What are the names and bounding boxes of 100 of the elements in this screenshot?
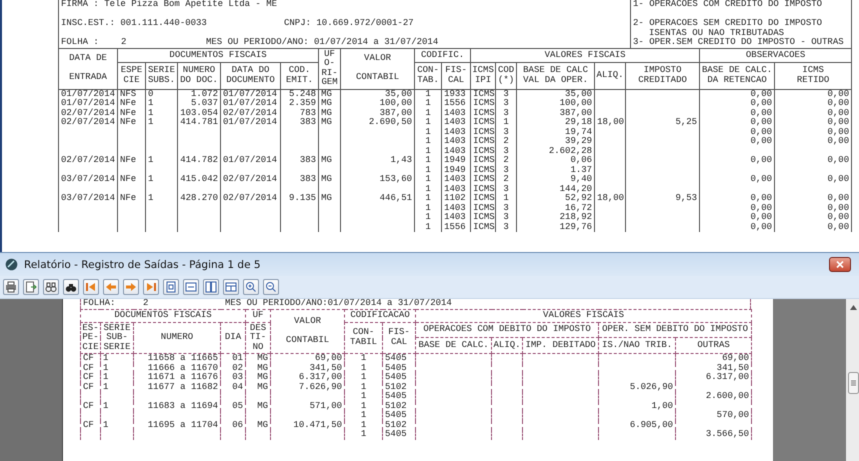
table-cell: 1 [100, 402, 134, 411]
table-cell: 19,74 [516, 128, 595, 137]
table-cell: 9,53 [626, 194, 700, 204]
table-cell: 1403 [442, 204, 471, 213]
table-cell: 6.317,00 [676, 373, 752, 382]
window-title: Relatório - Registro de Saídas - Página 1 de 5 [24, 258, 262, 270]
legend-text: ISENTAS OU NAO TRIBUTADAS [648, 28, 786, 38]
table-cell: 1933 [442, 89, 471, 99]
table-cell: 11666 a 11670 [134, 364, 220, 373]
table-cell: 383 [280, 156, 319, 166]
toolbar-button[interactable] [43, 279, 59, 295]
table-cell: ICMS [470, 108, 496, 118]
table-cell: 02/07/2014 [220, 175, 280, 184]
table-cell: 11695 a 11704 [134, 420, 220, 430]
toolbar-button[interactable] [163, 279, 179, 295]
table-cell: 5405 [382, 430, 416, 440]
toolbar-button[interactable] [223, 279, 239, 295]
table-cell: 2 [496, 156, 517, 166]
table-cell: 01/07/2014 [220, 89, 280, 99]
column-header: ES- PE- CIE [80, 322, 100, 354]
table-cell: ICMS [470, 222, 496, 232]
table-cell: 0,00 [700, 128, 775, 137]
table-cell: NFe [118, 118, 146, 128]
table-cell: MG [246, 382, 271, 392]
table-cell: ICMS [470, 99, 496, 108]
table-cell: 100,00 [340, 99, 415, 108]
table-cell: 414.782 [178, 156, 220, 166]
table-cell: 1 [146, 156, 178, 166]
table-cell: MG [246, 354, 271, 364]
table-cell: 39,29 [516, 137, 595, 146]
table-cell: 35,00 [340, 89, 415, 99]
sheet-label: FOLHA: [83, 299, 116, 309]
table-cell: 5102 [382, 420, 416, 430]
table-cell: NFe [118, 175, 146, 184]
column-header: SERIE SUBS. [146, 62, 178, 89]
table-cell: 1403 [442, 137, 471, 146]
table-cell: 1 [146, 108, 178, 118]
column-header: OUTRAS [676, 338, 752, 354]
table-cell: 3 [496, 222, 517, 232]
table-cell: 01/07/2014 [220, 156, 280, 166]
toolbar-button[interactable] [183, 279, 199, 295]
table-cell: 11677 a 11682 [134, 382, 220, 392]
table-cell: 1 [414, 99, 442, 108]
table-cell: 05 [220, 402, 246, 411]
scrollbar[interactable] [846, 299, 859, 461]
table-cell: 1 [344, 420, 383, 430]
table-cell: 0,00 [774, 118, 852, 128]
table-cell: 52,92 [516, 194, 595, 204]
table-cell: 103.054 [178, 108, 220, 118]
table-cell: 1403 [442, 108, 471, 118]
table-cell: 69,00 [676, 354, 752, 364]
toolbar-button[interactable] [203, 279, 219, 295]
last-page-icon [145, 281, 157, 293]
table-cell: 1 [414, 146, 442, 156]
table-cell: CF [80, 354, 100, 364]
table-cell: 5405 [382, 392, 416, 402]
table-cell: 0,00 [774, 156, 852, 166]
table-cell: 1556 [442, 99, 471, 108]
toolbar-button[interactable] [63, 279, 79, 295]
table-cell: 5.026,90 [598, 382, 676, 392]
table-cell: 1949 [442, 156, 471, 166]
table-cell: 1 [414, 204, 442, 213]
column-header: ICMS IPI [470, 62, 496, 89]
table-cell: 3 [496, 166, 517, 175]
column-header: CON- TABIL [344, 322, 383, 354]
table-cell: NFe [118, 156, 146, 166]
table-cell: 1,00 [598, 402, 676, 411]
table-cell: 2.600,00 [676, 392, 752, 402]
table-cell: 5102 [382, 402, 416, 411]
toolbar-button[interactable] [263, 279, 279, 295]
table-cell: 9.135 [280, 194, 319, 204]
scroll-thumb[interactable] [848, 372, 858, 394]
table-cell: 02 [220, 364, 246, 373]
toolbar-button[interactable] [243, 279, 259, 295]
table-cell: 1 [414, 156, 442, 166]
close-button[interactable] [829, 257, 851, 272]
table-cell: 1 [344, 364, 383, 373]
toolbar-button[interactable] [3, 279, 19, 295]
table-cell: 1 [100, 364, 134, 373]
table-cell: 3 [496, 89, 517, 99]
column-header: IMPOSTO CREDITADO [626, 62, 700, 89]
column-header: OBSERVACOES [700, 48, 852, 63]
table-cell: CF [80, 382, 100, 392]
column-header: ALIQ. [492, 338, 523, 354]
table-cell: 1556 [442, 222, 471, 232]
table-cell: 144,20 [516, 184, 595, 194]
column-header: VALOR CONTABIL [340, 48, 415, 89]
table-cell: CF [80, 364, 100, 373]
table-cell: MG [246, 402, 271, 411]
column-header: COD (*) [496, 62, 517, 89]
two-pages-icon [205, 281, 217, 293]
table-cell: 01/07/2014 [220, 118, 280, 128]
table-cell: MG [318, 99, 341, 108]
sheet-number: 2 [143, 299, 150, 309]
table-cell: 5405 [382, 364, 416, 373]
table-cell: 1403 [442, 128, 471, 137]
table-cell: 1 [414, 166, 442, 175]
table-cell: 415.042 [178, 175, 220, 184]
column-header: DES TI- NO [246, 322, 271, 354]
table-cell: 9,40 [516, 175, 595, 184]
